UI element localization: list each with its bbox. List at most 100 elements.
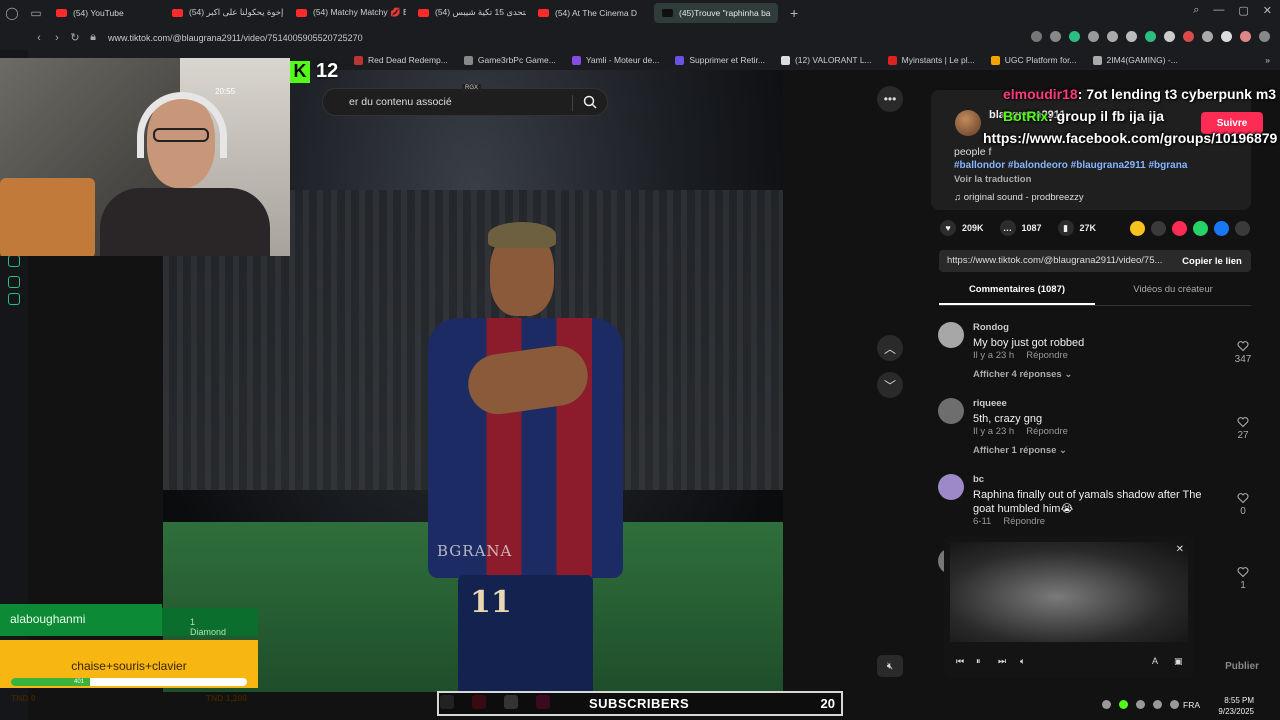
bookmark-item[interactable]: Game3rbPc Game... <box>456 55 564 65</box>
network-icon[interactable] <box>1170 700 1179 709</box>
publish-button[interactable]: Publier <box>1225 661 1259 672</box>
heart-icon[interactable] <box>1126 31 1137 42</box>
language-indicator[interactable]: FRA <box>1183 700 1200 710</box>
send-icon[interactable] <box>1172 221 1187 236</box>
download-icon[interactable] <box>1221 31 1232 42</box>
search-icon[interactable] <box>583 95 597 109</box>
tray-app-icon[interactable] <box>1119 700 1128 709</box>
forward-button[interactable]: › <box>48 32 66 44</box>
sound-link[interactable]: ♫ original sound - prodbreezzy <box>954 192 1084 203</box>
commenter-username[interactable]: riqueee <box>973 398 1007 409</box>
browser-tab[interactable]: (54) Matchy Matchy 💋 E <box>288 3 406 23</box>
previous-video-button[interactable]: ︿ <box>877 335 903 361</box>
comment-like-button[interactable]: 347 <box>1228 340 1258 365</box>
tray-chevron-icon[interactable] <box>1102 700 1111 709</box>
pip-player[interactable]: ✕ ⏮ ⏸ ⏭ 🔈︎ A ▣ <box>944 536 1194 678</box>
sidebar-settings-icon[interactable] <box>8 293 20 305</box>
share-icon[interactable] <box>1235 221 1250 236</box>
commenter-avatar[interactable] <box>938 398 964 424</box>
bookmark-item[interactable]: Yamli - Moteur de... <box>564 55 668 65</box>
save-button[interactable]: ▮ 27K <box>1057 220 1096 236</box>
bookmark-item[interactable]: Red Dead Redemp... <box>346 55 456 65</box>
browser-tab[interactable]: (45)Trouve "raphinha ba <box>654 2 778 23</box>
like-button[interactable]: ♥ 209K <box>940 220 984 236</box>
screenshot-icon[interactable] <box>1050 31 1061 42</box>
mute-button[interactable]: 🔇︎ <box>877 655 903 677</box>
bookmarks-more-icon[interactable]: » <box>1265 55 1270 65</box>
post-hashtags[interactable]: #ballondor #balondeoro #blaugrana2911 #b… <box>954 160 1187 171</box>
comment-like-button[interactable]: 27 <box>1228 416 1258 441</box>
opera-logo-icon[interactable]: ◯ <box>0 6 24 20</box>
bookmark-item[interactable]: Supprimer et Retir... <box>667 55 773 65</box>
copy-link-button[interactable]: Copier le lien <box>1173 250 1251 272</box>
clock[interactable]: 8:55 PM 9/23/2025 <box>1218 695 1254 717</box>
sidebar-item-icon[interactable] <box>8 255 20 267</box>
tab-creator-videos[interactable]: Vidéos du créateur <box>1095 284 1251 305</box>
back-button[interactable]: ‹ <box>30 32 48 44</box>
mic-icon[interactable] <box>1136 700 1145 709</box>
comment-button[interactable]: … 1087 <box>999 220 1042 236</box>
pause-icon[interactable]: ⏸ <box>976 656 981 667</box>
more-options-icon[interactable]: ••• <box>877 86 903 112</box>
browser-tab[interactable]: (54) At The Cinema D <box>530 3 650 23</box>
eye-icon[interactable] <box>1164 31 1175 42</box>
menu-icon[interactable] <box>1259 31 1270 42</box>
sidebar-item-icon[interactable] <box>8 276 20 288</box>
bookmark-item[interactable]: 2IM4(GAMING) -... <box>1085 55 1186 65</box>
play-icon[interactable] <box>1107 31 1118 42</box>
show-replies-button[interactable]: Afficher 1 réponse ⌄ <box>973 445 1067 456</box>
see-translation-link[interactable]: Voir la traduction <box>954 174 1031 185</box>
tiktok-app-icon[interactable] <box>440 695 454 709</box>
shield-icon[interactable] <box>1069 31 1080 42</box>
bookmark-item[interactable]: (12) VALORANT L... <box>773 55 880 65</box>
comment-like-button[interactable]: 1 <box>1228 566 1258 591</box>
browser-tab[interactable]: (54) إخوة يحكولنا على اكبر... <box>164 3 284 23</box>
back-to-tab-icon[interactable]: ▣ <box>1174 656 1183 667</box>
reply-button[interactable]: Répondre <box>1026 350 1068 361</box>
extension-green-icon[interactable] <box>1145 31 1156 42</box>
url-field[interactable]: www.tiktok.com/@blaugrana2911/video/7514… <box>108 33 363 43</box>
bookmark-item[interactable]: Myinstants | Le pl... <box>880 55 983 65</box>
browser-tab[interactable]: (54) YouTube <box>48 3 160 23</box>
reply-button[interactable]: Répondre <box>1026 426 1068 437</box>
next-icon[interactable]: ⏭ <box>998 656 1006 667</box>
reply-button[interactable]: Répondre <box>1003 516 1045 527</box>
camera-icon[interactable] <box>1088 31 1099 42</box>
previous-icon[interactable]: ⏮ <box>956 656 964 667</box>
opera-app-icon[interactable] <box>472 695 486 709</box>
commenter-avatar[interactable] <box>938 322 964 348</box>
next-video-button[interactable]: ﹀ <box>877 372 903 398</box>
coin-icon[interactable] <box>1130 221 1145 236</box>
extension-red-icon[interactable] <box>1183 31 1194 42</box>
commenter-username[interactable]: bc <box>973 474 984 485</box>
search-tabs-icon[interactable]: ⌕ <box>1193 4 1199 17</box>
related-search-box[interactable]: er du contenu associé <box>322 88 608 116</box>
browser-tab[interactable]: (54) نتحدى 15 تكية شيبس P <box>410 3 526 23</box>
app-icon[interactable] <box>536 695 550 709</box>
embed-icon[interactable] <box>1151 221 1166 236</box>
search-input[interactable]: er du contenu associé <box>349 96 452 108</box>
commenter-avatar[interactable] <box>938 474 964 500</box>
puzzle-icon[interactable] <box>1202 31 1213 42</box>
volume-icon[interactable]: 🔈︎ <box>1020 656 1025 667</box>
profile-avatar[interactable] <box>1240 31 1251 42</box>
volume-icon[interactable] <box>1153 700 1162 709</box>
post-link-field[interactable]: https://www.tiktok.com/@blaugrana2911/vi… <box>939 250 1173 272</box>
captions-icon[interactable]: A <box>1152 656 1158 666</box>
tab-comments[interactable]: Commentaires (1087) <box>939 284 1095 305</box>
minimize-icon[interactable]: — <box>1213 4 1224 17</box>
pip-close-icon[interactable]: ✕ <box>1176 544 1184 555</box>
pin-icon[interactable] <box>1031 31 1042 42</box>
bookmark-item[interactable]: UGC Platform for... <box>983 55 1085 65</box>
maximize-icon[interactable]: ▢ <box>1238 4 1248 17</box>
author-avatar[interactable] <box>955 110 981 136</box>
commenter-username[interactable]: Rondog <box>973 322 1009 333</box>
close-window-icon[interactable]: ✕ <box>1263 4 1272 17</box>
reload-button[interactable]: ↻ <box>66 31 84 44</box>
tab-menu-icon[interactable]: ▭ <box>24 6 48 20</box>
pip-video[interactable] <box>950 542 1188 642</box>
obs-app-icon[interactable] <box>504 695 518 709</box>
new-tab-button[interactable]: + <box>782 5 806 21</box>
comment-like-button[interactable]: 0 <box>1228 492 1258 517</box>
facebook-icon[interactable] <box>1214 221 1229 236</box>
